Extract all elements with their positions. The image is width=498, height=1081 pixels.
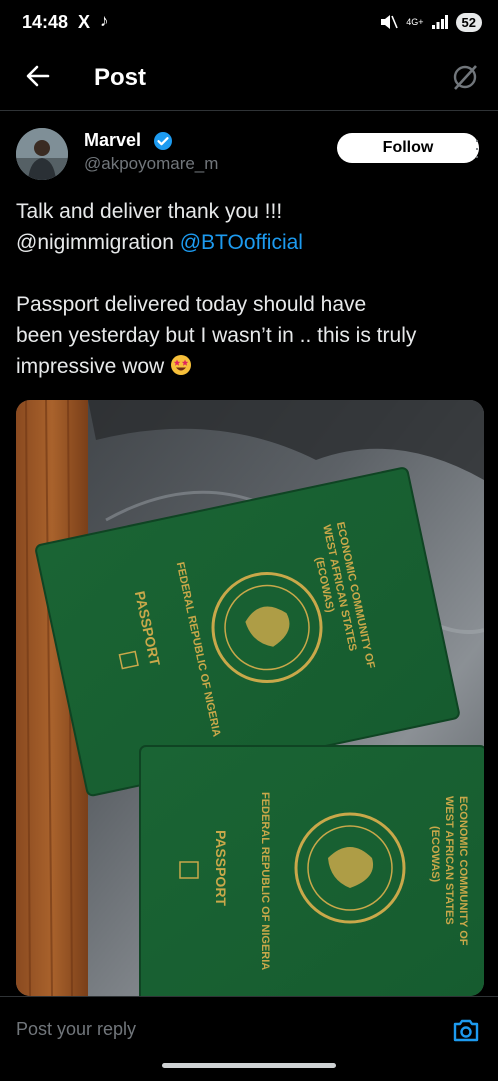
header: Post [0, 46, 498, 110]
passport-2: ECONOMIC COMMUNITY OF WEST AFRICAN STATE… [139, 745, 484, 996]
page-title: Post [94, 64, 147, 91]
follow-button[interactable]: Follow [337, 133, 479, 163]
mention-nigimmigration[interactable]: @nigimmigration [16, 231, 174, 254]
passport2-line1: ECONOMIC COMMUNITY OF [457, 796, 469, 946]
grok-icon[interactable] [450, 62, 480, 92]
avatar[interactable] [16, 128, 68, 180]
more-options-icon[interactable]: · · · [472, 131, 482, 165]
reply-input[interactable]: Post your reply [16, 1019, 136, 1040]
status-indicators: 4G+ 52 [380, 10, 482, 34]
battery-badge: 52 [455, 12, 482, 32]
post-text: Talk and deliver thank you !!! @nigimmig… [16, 196, 486, 382]
reply-bar: Post your reply [0, 996, 498, 1081]
camera-icon[interactable] [452, 1017, 480, 1043]
verified-badge-icon [154, 132, 172, 150]
status-time: 14:48 [22, 12, 69, 32]
post-line-4: been yesterday but I wasn’t in .. this i… [16, 324, 417, 347]
home-indicator [162, 1063, 336, 1068]
mention-btoofficial[interactable]: @BTOofficial [180, 231, 303, 254]
passport2-line3: (ECOWAS) [429, 826, 441, 883]
author-handle[interactable]: @akpoyomare_m [84, 154, 218, 174]
post-line-5: impressive wow [16, 355, 165, 378]
header-divider [0, 110, 498, 111]
post-photo[interactable]: ECONOMIC COMMUNITY OF WEST AFRICAN STATE… [16, 400, 484, 996]
mute-icon [381, 15, 399, 29]
signal-icon [431, 15, 448, 29]
post-line-3: Passport delivered today should have [16, 293, 367, 316]
x-logo-icon: X [78, 12, 91, 32]
passport2-line5: PASSPORT [213, 830, 229, 906]
star-struck-emoji-icon [171, 355, 192, 375]
passport2-line2: WEST AFRICAN STATES [443, 796, 455, 925]
post-line-1: Talk and deliver thank you !!! [16, 200, 283, 223]
author-name[interactable]: Marvel [84, 130, 141, 151]
network-indicator: 4G+ [406, 16, 424, 27]
status-bar: 14:48 X ♪ 4G+ 52 [0, 0, 498, 46]
arrow-left-icon[interactable] [24, 62, 52, 90]
passport2-line4: FEDERAL REPUBLIC OF NIGERIA [259, 792, 271, 970]
tiktok-icon: ♪ [100, 11, 109, 30]
